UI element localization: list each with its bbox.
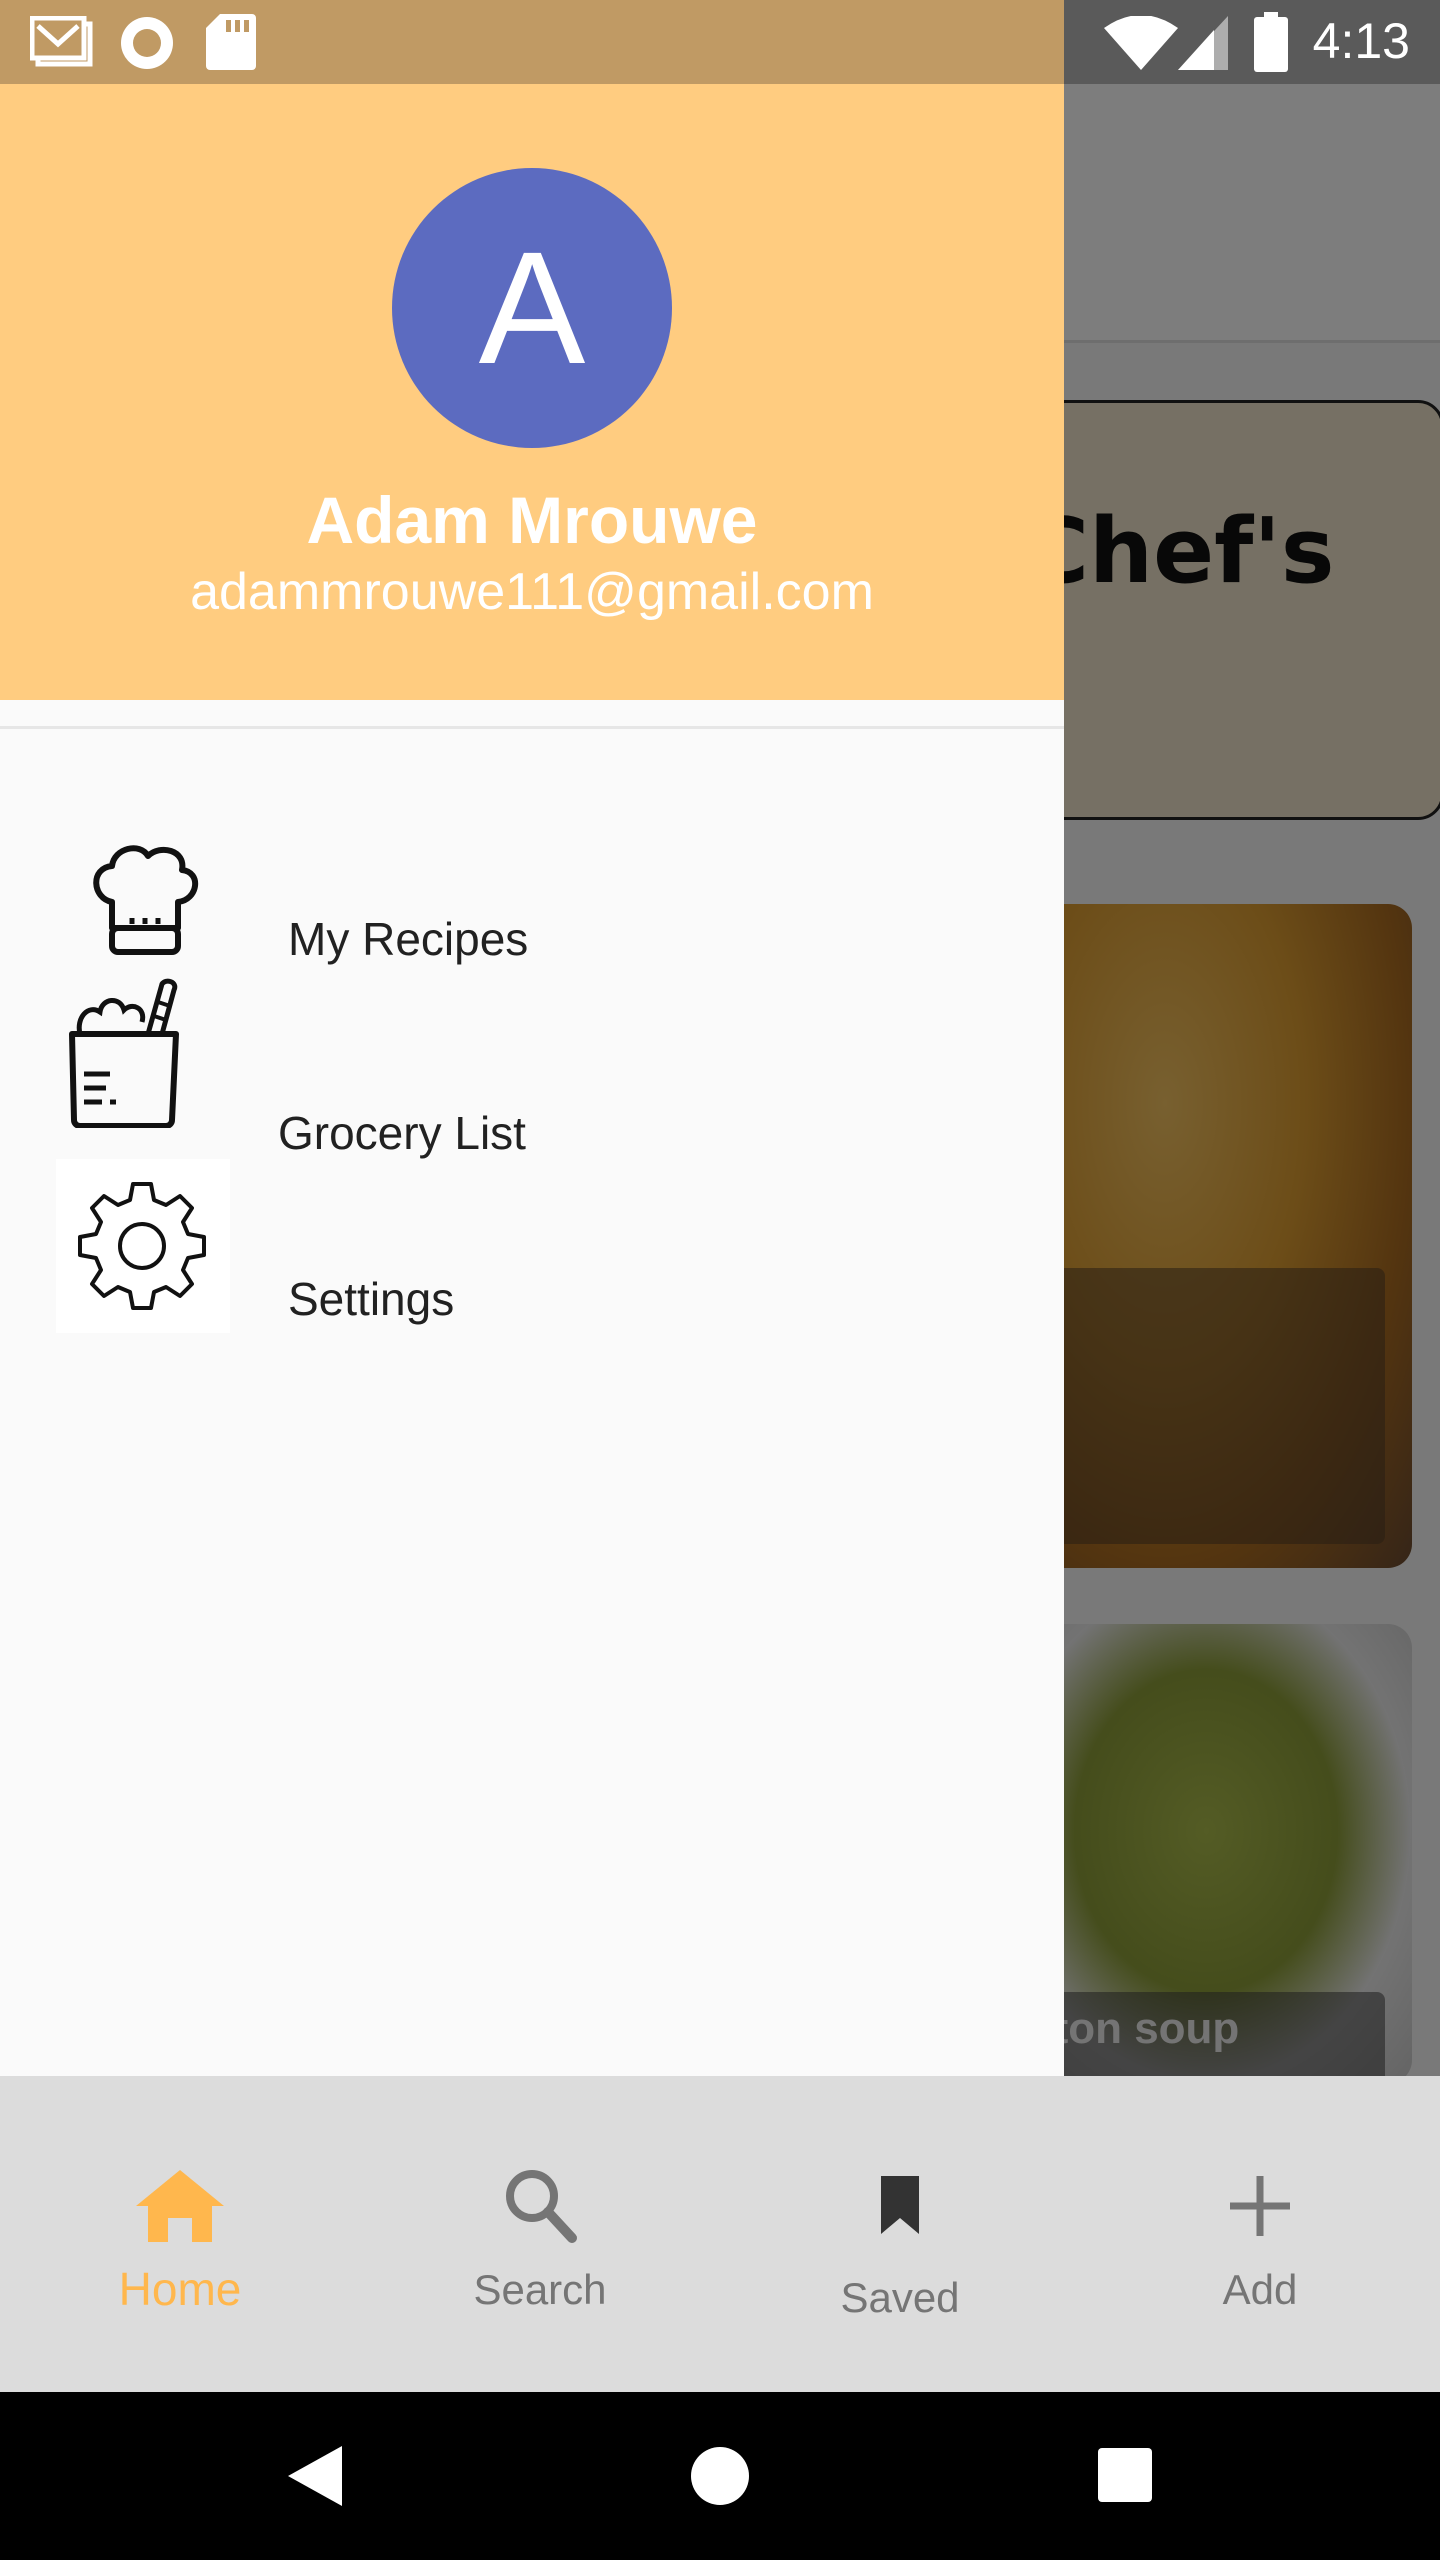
gmail-icon — [30, 16, 93, 67]
status-bar: 4:13 — [0, 0, 1440, 84]
record-icon — [121, 17, 173, 69]
drawer-item-label: Settings — [288, 1273, 455, 1325]
navigation-drawer: A Adam Mrouwe adammrouwe111@gmail.com My… — [0, 84, 1064, 2076]
chef-hat-icon — [93, 845, 199, 955]
nav-label: Add — [1222, 2266, 1298, 2313]
divider — [0, 726, 1064, 729]
nav-home[interactable]: Home — [0, 2076, 360, 2392]
signal-icon — [1178, 16, 1228, 70]
home-icon — [136, 2170, 224, 2242]
system-navigation-bar — [0, 2392, 1440, 2560]
home-circle-icon[interactable] — [690, 2446, 750, 2506]
clock: 4:13 — [1312, 13, 1410, 69]
search-icon — [506, 2170, 577, 2243]
wifi-icon — [1104, 16, 1178, 70]
drawer-header: A Adam Mrouwe adammrouwe111@gmail.com — [0, 84, 1064, 700]
grocery-bag-icon — [69, 978, 179, 1128]
drawer-item-label: My Recipes — [288, 913, 529, 965]
drawer-item-settings[interactable]: Settings — [0, 1150, 1064, 1333]
back-icon[interactable] — [288, 2446, 342, 2506]
recents-icon[interactable] — [1098, 2448, 1152, 2502]
nav-saved[interactable]: Saved — [720, 2076, 1080, 2392]
nav-label: Saved — [840, 2274, 960, 2321]
nav-label: Home — [118, 2263, 242, 2315]
bookmark-icon — [881, 2176, 919, 2234]
nav-add[interactable]: Add — [1080, 2076, 1440, 2392]
sd-card-icon — [206, 14, 256, 70]
gear-icon — [78, 1182, 206, 1310]
user-email: adammrouwe111@gmail.com — [190, 563, 874, 621]
plus-icon — [1230, 2176, 1290, 2236]
avatar[interactable]: A — [392, 168, 672, 448]
drawer-item-grocery-list[interactable]: Grocery List — [0, 970, 1064, 1159]
bottom-navigation: Home Search Saved Add — [0, 2076, 1440, 2392]
user-name: Adam Mrouwe — [306, 483, 758, 557]
drawer-item-my-recipes[interactable]: My Recipes — [0, 790, 1064, 970]
battery-icon — [1254, 12, 1288, 72]
nav-label: Search — [473, 2266, 607, 2313]
nav-search[interactable]: Search — [360, 2076, 720, 2392]
